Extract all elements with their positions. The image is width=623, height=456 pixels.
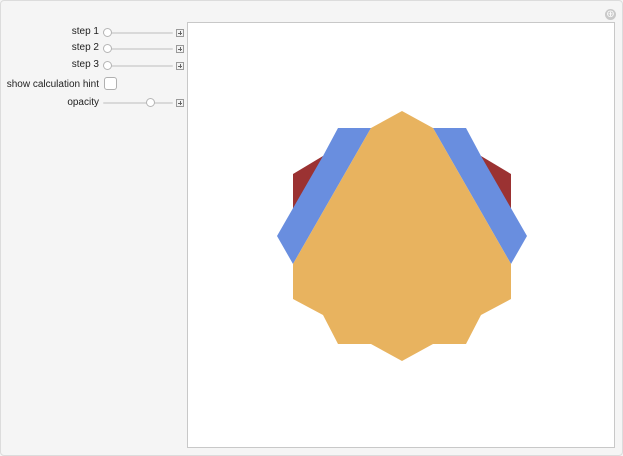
step3-slider-track <box>103 65 173 67</box>
step1-slider-track <box>103 32 173 34</box>
orange-dodecagon-piece <box>293 111 511 361</box>
shapes-svg <box>277 111 527 361</box>
step2-slider-track <box>103 48 173 50</box>
step1-label: step 1 <box>71 26 99 37</box>
opacity-slider-thumb[interactable] <box>145 98 155 107</box>
step3-slider-thumb[interactable] <box>103 61 112 70</box>
step3-increment-button[interactable] <box>176 62 184 70</box>
step3-slider[interactable] <box>103 61 173 71</box>
reset-icon[interactable]: ⊕ <box>605 9 616 20</box>
step2-slider-thumb[interactable] <box>103 44 112 53</box>
step3-label: step 3 <box>71 59 99 70</box>
step2-label: step 2 <box>71 42 99 53</box>
step2-increment-button[interactable] <box>176 45 184 53</box>
graphics-canvas <box>187 22 615 448</box>
hint-label: show calculation hint <box>6 79 99 90</box>
opacity-slider-track <box>103 102 173 104</box>
step2-slider[interactable] <box>103 44 173 54</box>
step1-slider[interactable] <box>103 28 173 38</box>
opacity-slider[interactable] <box>103 98 173 108</box>
hint-checkbox[interactable] <box>104 77 117 90</box>
step1-increment-button[interactable] <box>176 29 184 37</box>
step1-slider-thumb[interactable] <box>103 28 112 37</box>
opacity-increment-button[interactable] <box>176 99 184 107</box>
opacity-label: opacity <box>67 97 99 108</box>
